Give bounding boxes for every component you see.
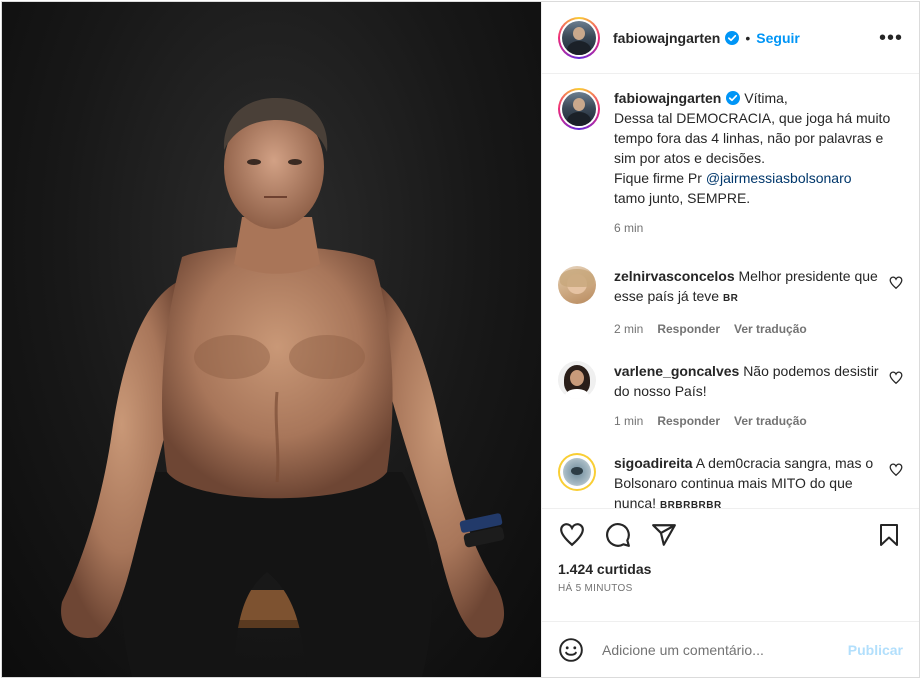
reply-button[interactable]: Responder (657, 319, 720, 339)
action-icons (558, 519, 903, 551)
caption-verified-badge-icon (726, 91, 741, 105)
comment-item: varlene_goncalves Não podemos desistir d… (558, 361, 903, 431)
caption-username[interactable]: fabiowajngarten (614, 90, 721, 106)
comment-input[interactable] (602, 641, 848, 658)
likes-count[interactable]: 1.424 curtidas (558, 561, 903, 577)
add-comment-bar: Publicar (542, 621, 919, 677)
comment-icon (606, 523, 630, 547)
caption-tail: tamo junto, SEMPRE. (614, 190, 751, 206)
comment-like-heart-icon[interactable] (889, 371, 903, 385)
comment-button[interactable] (604, 521, 632, 549)
post-dialog: fabiowajngarten • Seguir ••• fabiowajnga… (1, 1, 920, 678)
author-avatar[interactable] (558, 16, 600, 59)
author-avatar-image (562, 20, 596, 55)
header-separator: • (745, 29, 751, 46)
post-timestamp: HÁ 5 MINUTOS (558, 583, 633, 594)
share-icon (652, 524, 676, 546)
post-photo-illustration (61, 97, 505, 677)
author-username[interactable]: fabiowajngarten (613, 30, 720, 46)
post-header: fabiowajngarten • Seguir ••• (542, 2, 919, 74)
emoji-icon[interactable] (558, 637, 584, 663)
caption-line-2: Dessa tal DEMOCRACIA, que joga há muito … (614, 110, 891, 166)
save-icon (880, 524, 898, 546)
comment-username[interactable]: zelnirvasconcelos (614, 268, 735, 284)
share-button[interactable] (650, 521, 678, 549)
caption-mention-link[interactable]: @jairmessiasbolsonaro (706, 170, 852, 186)
comment-username[interactable]: sigoadireita (614, 455, 693, 471)
translate-button[interactable]: Ver tradução (734, 411, 807, 431)
reply-button[interactable]: Responder (657, 411, 720, 431)
more-options-icon[interactable]: ••• (879, 28, 903, 48)
comment-avatar[interactable] (558, 361, 596, 399)
comment-avatar[interactable] (558, 266, 596, 304)
comment-avatar[interactable] (558, 453, 596, 491)
caption-time: 6 min (614, 221, 644, 235)
comment-username[interactable]: varlene_goncalves (614, 363, 739, 379)
caption-avatar-image (562, 92, 596, 126)
comment-time: 2 min (614, 322, 644, 336)
comments-list[interactable]: fabiowajngarten Vítima, Dessa tal DEMOCR… (542, 74, 919, 508)
publish-button[interactable]: Publicar (848, 642, 903, 658)
comment-like-heart-icon[interactable] (889, 463, 903, 477)
like-button[interactable] (558, 521, 586, 549)
heart-icon (560, 523, 584, 547)
caption-line-3: Fique firme Pr (614, 170, 702, 186)
comment-flag: BRBRBRBR (659, 500, 722, 508)
comment-time: 1 min (614, 414, 644, 428)
post-actions: 1.424 curtidas HÁ 5 MINUTOS (542, 508, 919, 621)
follow-button[interactable]: Seguir (756, 30, 800, 46)
comment-flag: BR (722, 293, 739, 304)
caption-line-1: Vítima, (744, 90, 788, 106)
verified-badge-icon (725, 30, 740, 45)
translate-button[interactable]: Ver tradução (734, 319, 807, 339)
post-photo[interactable] (2, 2, 541, 677)
save-button[interactable] (875, 521, 903, 549)
comment-item: zelnirvasconcelos Melhor presidente que … (558, 266, 903, 339)
comment-item: sigoadireita A dem0cracia sangra, mas o … (558, 453, 903, 508)
post-caption: fabiowajngarten Vítima, Dessa tal DEMOCR… (558, 88, 903, 238)
post-sidebar: fabiowajngarten • Seguir ••• fabiowajnga… (541, 2, 919, 677)
comment-like-heart-icon[interactable] (889, 276, 903, 290)
caption-avatar[interactable] (558, 88, 600, 130)
